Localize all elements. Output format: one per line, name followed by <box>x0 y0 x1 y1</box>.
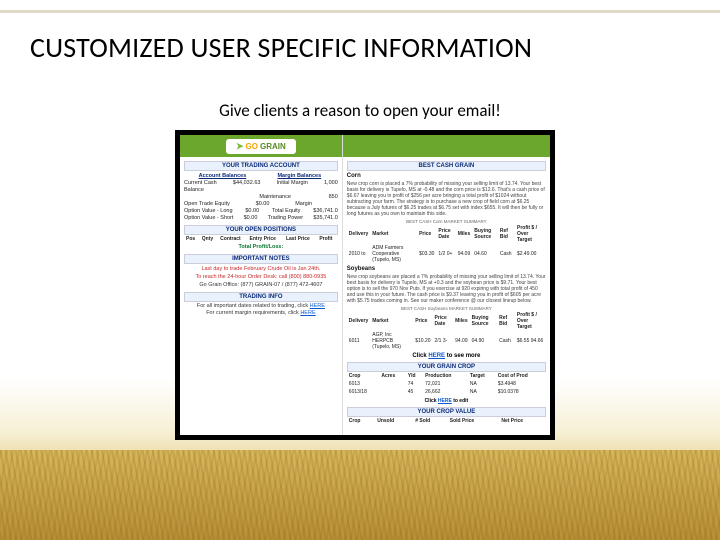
important-note-line: Go Grain Office: (877) GRAIN-07 / (877) … <box>184 282 338 288</box>
important-notes-header: IMPORTANT NOTES <box>184 254 338 264</box>
balance-row: Current Cash$44,032.63Initial Margin1,00… <box>184 180 338 186</box>
trading-account-header: YOUR TRADING ACCOUNT <box>184 161 338 171</box>
table-row: 60137472,021NA$3.4948 <box>347 380 546 388</box>
soy-summary-table: DeliveryMarketPricePrice DateMilesBuying… <box>347 311 546 351</box>
logo-arrow-icon: ➤ <box>236 141 244 152</box>
cash-grain-header: BEST CASH GRAIN <box>347 161 546 171</box>
important-notes-section: IMPORTANT NOTES Last day to trade Februa… <box>184 254 338 288</box>
open-positions-section: YOUR OPEN POSITIONS Pos Qnty Contract En… <box>184 225 338 250</box>
soybeans-paragraph: New crop soybeans are placed a 7% probab… <box>347 274 546 304</box>
table-row: 6013/184526,662NA$10.0378 <box>347 388 546 396</box>
account-balances-header: Account Balances <box>184 173 261 179</box>
wheat-background <box>0 450 720 540</box>
corn-label: Corn <box>347 173 546 179</box>
balance-row: Option Value - Long$0.00Total Equity$36,… <box>184 208 338 214</box>
trading-info-line: For all important dates related to tradi… <box>184 303 338 309</box>
edit-crop-link-row: Click HERE to edit <box>347 398 546 404</box>
trading-info-link[interactable]: HERE <box>310 303 325 309</box>
open-positions-header: YOUR OPEN POSITIONS <box>184 225 338 235</box>
top-rule <box>0 10 720 13</box>
balance-row: Open Trade Equity$0.00Margin <box>184 201 338 207</box>
see-more-link[interactable]: HERE <box>428 353 445 359</box>
edit-crop-link[interactable]: HERE <box>438 398 452 404</box>
email-screenshot: ➤ GO GRAIN YOUR TRADING ACCOUNT Account … <box>175 130 555 440</box>
corn-paragraph: New crop corn is placed a 7% probability… <box>347 181 546 217</box>
trading-info-link[interactable]: HERE <box>300 310 315 316</box>
slide-title: CUSTOMIZED USER SPECIFIC INFORMATION <box>30 30 690 65</box>
gograin-logo: ➤ GO GRAIN <box>226 139 296 154</box>
table-row: 2010 toADM Farmers Cooperative (Tupelo, … <box>347 244 546 264</box>
trading-info-line: For current margin requirements, click H… <box>184 310 338 316</box>
logo-bar-right <box>343 135 550 157</box>
logo-bar: ➤ GO GRAIN <box>180 135 342 157</box>
open-positions-total: Total Profit/Loss: <box>184 244 338 250</box>
important-note-line: Last day to trade February Crude Oil is … <box>184 266 338 272</box>
grain-crop-header: YOUR GRAIN CROP <box>347 362 546 372</box>
trading-account-section: YOUR TRADING ACCOUNT Account Balances Ma… <box>184 161 338 221</box>
grain-crop-table: CropAcresYldProductionTargetCost of Prod… <box>347 372 546 396</box>
soybeans-label: Soybeans <box>347 266 546 272</box>
email-left-column: ➤ GO GRAIN YOUR TRADING ACCOUNT Account … <box>180 135 343 435</box>
balance-row: Balance <box>184 187 338 193</box>
important-note-line: To reach the 24-hour Order Desk: call (8… <box>184 274 338 280</box>
trading-info-header: TRADING INFO <box>184 292 338 302</box>
see-more-link-row: Click HERE to see more <box>347 353 546 359</box>
corn-summary-table: DeliveryMarketPricePrice DateMilesBuying… <box>347 224 546 264</box>
slide-subtitle: Give clients a reason to open your email… <box>0 100 720 121</box>
table-row: 6011AGP, Inc HERPCB (Tupelo, MS)$10.202/… <box>347 331 546 351</box>
margin-balances-header: Margin Balances <box>261 173 338 179</box>
open-positions-table: Pos Qnty Contract Entry Price Last Price… <box>184 235 338 243</box>
balance-row: Maintenance850 <box>184 194 338 200</box>
email-right-column: BEST CASH GRAIN Corn New crop corn is pl… <box>343 135 550 435</box>
balance-row: Option Value - Short$0.00Trading Power$3… <box>184 215 338 221</box>
slide: CUSTOMIZED USER SPECIFIC INFORMATION Giv… <box>0 0 720 540</box>
trading-info-section: TRADING INFO For all important dates rel… <box>184 292 338 316</box>
crop-value-table: CropUnsold# SoldSold PriceNet Price <box>347 417 546 425</box>
logo-grain: GRAIN <box>260 142 286 151</box>
crop-value-header: YOUR CROP VALUE <box>347 407 546 417</box>
logo-go: GO <box>246 142 258 151</box>
